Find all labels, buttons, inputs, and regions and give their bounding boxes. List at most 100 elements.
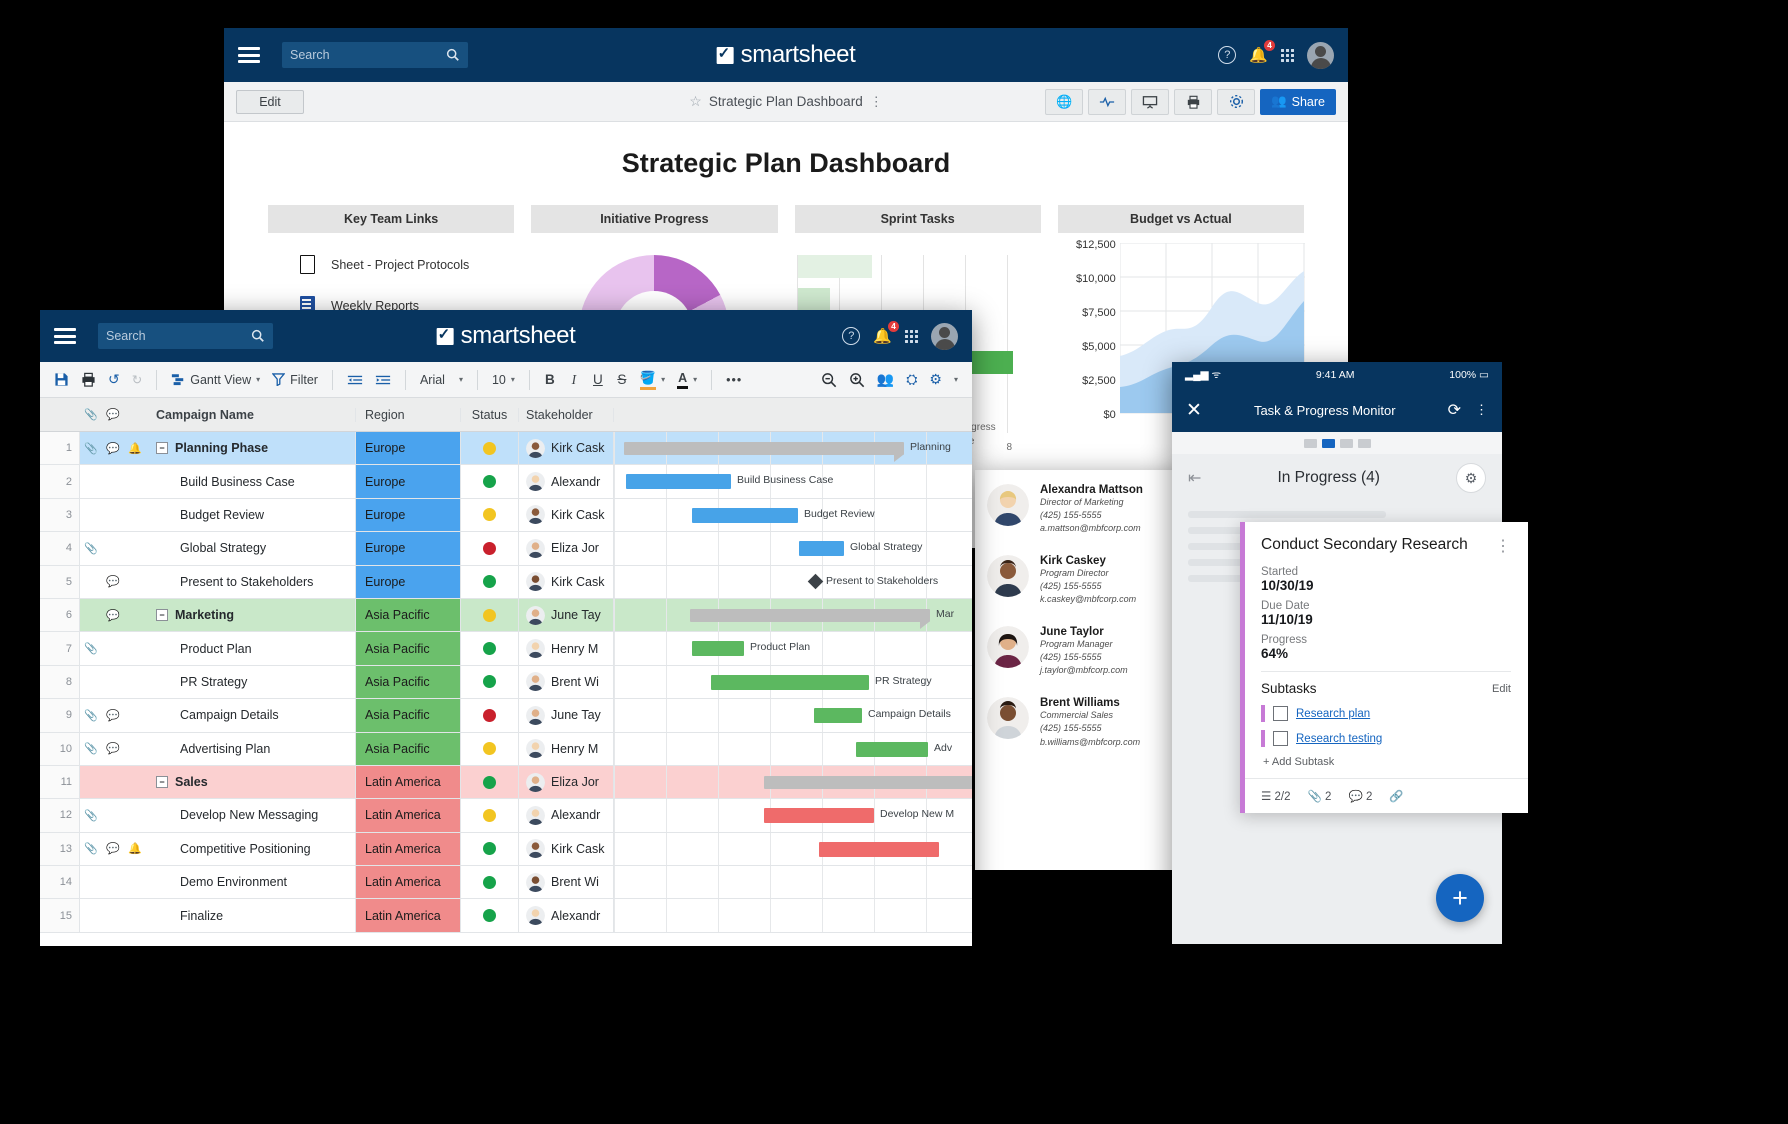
cell-region[interactable]: Asia Pacific [356,666,461,698]
strikethrough-button[interactable]: S [610,372,634,387]
attachment-icon[interactable]: 📎 [80,699,102,731]
list-item[interactable]: Sheet - Project Protocols [268,255,514,274]
grid-apps-icon[interactable] [905,330,918,343]
gantt-row[interactable]: Campaign Details [614,699,972,731]
gantt-row[interactable]: Adv [614,733,972,765]
gear-icon[interactable]: ⚙ [1456,463,1486,493]
gantt-summary-bar[interactable] [690,609,930,622]
comment-icon[interactable] [102,499,124,531]
cell-status[interactable] [461,666,519,698]
reminder-icon[interactable] [124,632,146,664]
refresh-icon[interactable]: ⟳ [1448,400,1461,420]
reminder-icon[interactable]: 🔔 [124,432,146,464]
gantt-row[interactable]: PR Strategy [614,666,972,698]
cell-campaign-name[interactable]: Budget Review [146,499,356,531]
cell-stakeholder[interactable]: June Tay [519,599,614,631]
checklist-count[interactable]: ☰ 2/2 [1261,789,1291,803]
indent-icon[interactable] [369,367,397,393]
comment-icon[interactable] [102,632,124,664]
gantt-row[interactable] [614,866,972,898]
table-row[interactable]: 14 Demo Environment Latin America Brent … [40,866,972,899]
reminder-icon[interactable] [124,766,146,798]
reminder-icon[interactable] [124,799,146,831]
cell-region[interactable]: Asia Pacific [356,733,461,765]
outdent-icon[interactable] [341,367,369,393]
cell-campaign-name[interactable]: Develop New Messaging [146,799,356,831]
reminder-icon[interactable] [124,465,146,497]
subtask-link[interactable]: Research testing [1296,733,1382,745]
cell-stakeholder[interactable]: Kirk Cask [519,833,614,865]
table-row[interactable]: 7 📎 Product Plan Asia Pacific Henry M Pr… [40,632,972,665]
gantt-milestone-marker[interactable] [808,573,824,589]
cell-campaign-name[interactable]: − Marketing [146,599,356,631]
cell-stakeholder[interactable]: Henry M [519,632,614,664]
cell-campaign-name[interactable]: Build Business Case [146,465,356,497]
cell-stakeholder[interactable]: June Tay [519,699,614,731]
gantt-task-bar[interactable] [692,508,798,523]
attachment-icon[interactable] [80,499,102,531]
attachment-icon[interactable]: 📎 [80,532,102,564]
cell-stakeholder[interactable]: Kirk Cask [519,432,614,464]
gantt-view-selector[interactable]: Gantt View ▾ [165,367,266,393]
share-button[interactable]: 👥 Share [1260,89,1336,115]
cell-region[interactable]: Latin America [356,866,461,898]
cell-status[interactable] [461,799,519,831]
comment-icon[interactable]: 💬 [102,566,124,598]
font-color-button[interactable]: A ▾ [671,367,703,393]
reminder-icon[interactable] [124,666,146,698]
cell-status[interactable] [461,632,519,664]
cell-campaign-name[interactable]: − Sales [146,766,356,798]
print-icon[interactable] [1174,89,1212,115]
gantt-task-bar[interactable] [692,641,744,656]
collapse-toggle-icon[interactable]: − [156,776,168,788]
comment-icon[interactable]: 💬 [102,833,124,865]
cell-status[interactable] [461,499,519,531]
presentation-icon[interactable] [1131,89,1169,115]
comment-icon[interactable] [102,799,124,831]
reminder-icon[interactable] [124,599,146,631]
cell-status[interactable] [461,599,519,631]
kebab-icon[interactable]: ⋮ [1475,402,1488,418]
reminder-icon[interactable] [124,733,146,765]
bold-button[interactable]: B [538,372,562,387]
menu-icon[interactable] [238,47,260,63]
comment-icon[interactable] [102,532,124,564]
reminder-icon[interactable] [124,899,146,931]
avatar[interactable] [931,323,958,350]
table-row[interactable]: 11 − Sales Latin America Eliza Jor [40,766,972,799]
attachment-icon[interactable]: 📎 [80,632,102,664]
zoom-out-icon[interactable] [815,367,843,393]
undo-icon[interactable]: ↺ [102,367,126,393]
cell-status[interactable] [461,833,519,865]
cell-stakeholder[interactable]: Kirk Cask [519,499,614,531]
cell-stakeholder[interactable]: Alexandr [519,899,614,931]
gantt-task-bar[interactable] [856,742,928,757]
cell-status[interactable] [461,465,519,497]
table-row[interactable]: 6 💬 − Marketing Asia Pacific June Tay Ma… [40,599,972,632]
cell-status[interactable] [461,766,519,798]
cell-region[interactable]: Europe [356,465,461,497]
comment-count[interactable]: 💬 2 [1348,789,1372,803]
italic-button[interactable]: I [562,372,586,388]
favorite-star-icon[interactable]: ☆ [689,93,702,110]
subtask-checkbox[interactable] [1273,706,1288,721]
table-row[interactable]: 8 PR Strategy Asia Pacific Brent Wi PR S… [40,666,972,699]
cell-region[interactable]: Europe [356,499,461,531]
gantt-summary-bar[interactable] [624,442,904,455]
kebab-icon[interactable]: ⋮ [1495,536,1511,556]
gantt-task-bar[interactable] [626,474,731,489]
cell-stakeholder[interactable]: Henry M [519,733,614,765]
search-input[interactable]: Search [282,42,468,68]
attachment-icon[interactable]: 📎 [80,733,102,765]
notifications-bell-icon[interactable]: 🔔4 [873,327,892,345]
column-header-stakeholder[interactable]: Stakeholder [519,408,614,422]
kebab-icon[interactable]: ⋮ [870,94,883,110]
cell-region[interactable]: Latin America [356,799,461,831]
gantt-task-bar[interactable] [799,541,844,556]
task-detail-card[interactable]: Conduct Secondary Research ⋮ Started 10/… [1240,522,1528,813]
edit-button[interactable]: Edit [236,90,304,114]
cell-stakeholder[interactable]: Alexandr [519,799,614,831]
comment-icon[interactable] [102,666,124,698]
gantt-row[interactable]: Planning [614,432,972,464]
avatar[interactable] [1307,42,1334,69]
